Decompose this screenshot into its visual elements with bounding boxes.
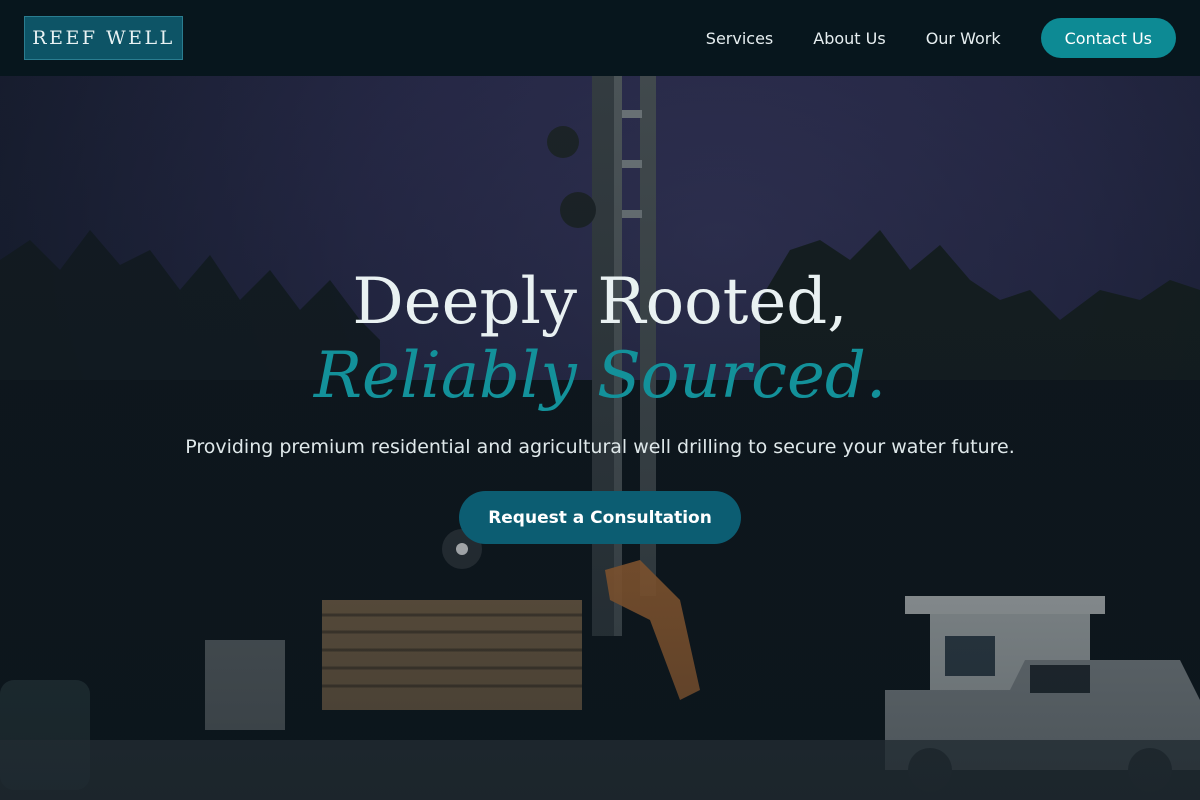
- hero-section: Deeply Rooted, Reliably Sourced. Providi…: [0, 76, 1200, 800]
- hero-headline-line2: Reliably Sourced.: [313, 339, 887, 413]
- main-nav: Services About Us Our Work Contact Us: [706, 18, 1176, 58]
- site-header: REEF WELL Services About Us Our Work Con…: [0, 0, 1200, 76]
- hero-tagline: Providing premium residential and agricu…: [185, 436, 1015, 458]
- nav-link-services[interactable]: Services: [706, 29, 773, 48]
- landing-page: REEF WELL Services About Us Our Work Con…: [0, 0, 1200, 800]
- hero-headline-line1: Deeply Rooted,: [352, 265, 848, 339]
- request-consultation-button[interactable]: Request a Consultation: [459, 491, 741, 544]
- contact-us-button[interactable]: Contact Us: [1040, 18, 1176, 58]
- brand-logo[interactable]: REEF WELL: [24, 16, 183, 60]
- nav-link-about-us[interactable]: About Us: [813, 29, 885, 48]
- nav-link-our-work[interactable]: Our Work: [926, 29, 1001, 48]
